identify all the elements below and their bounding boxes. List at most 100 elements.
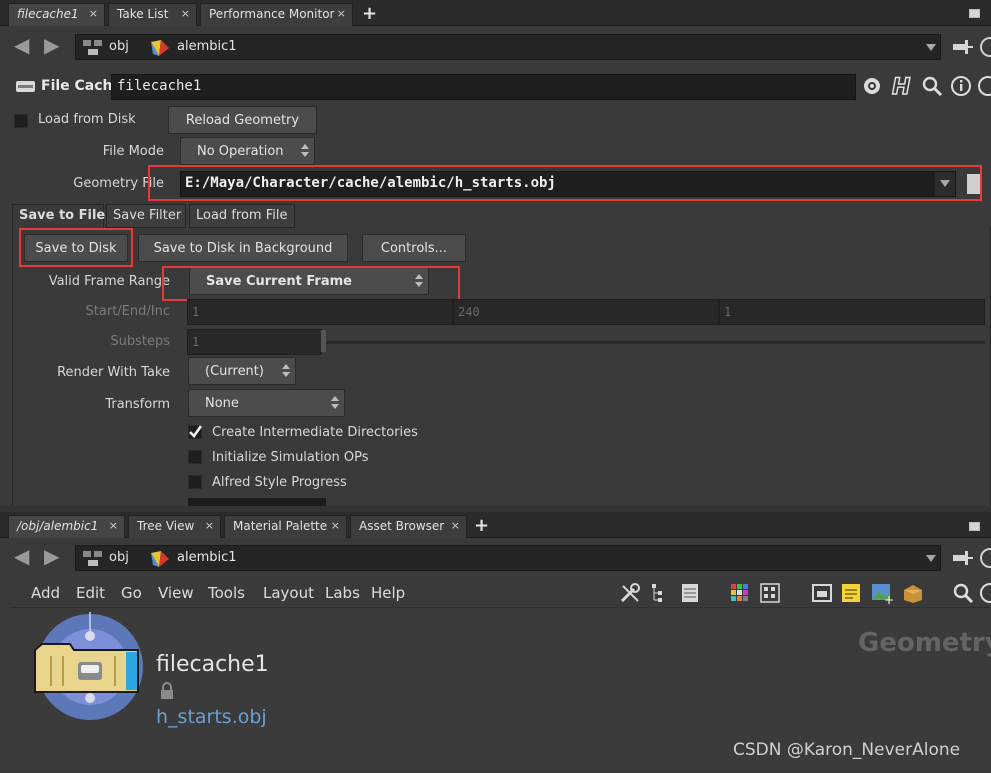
tab-filecache1[interactable]: filecache1 × [8,3,105,26]
render-with-take-label: Render With Take [57,365,170,380]
pin-icon[interactable] [952,550,974,566]
load-from-disk-checkbox[interactable] [14,114,28,128]
highlight-geometry-file [148,165,982,201]
menu-labs[interactable]: Labs [325,584,360,602]
alfred-checkbox[interactable] [188,475,202,489]
menu-help[interactable]: Help [371,584,405,602]
end-frame-field[interactable]: 240 [453,299,719,325]
transform-menu[interactable]: None [188,389,345,417]
maximize-pane-icon[interactable] [969,9,980,18]
close-icon[interactable]: × [181,7,190,20]
render-with-take-menu[interactable]: (Current) [188,357,296,385]
save-to-disk-background-button[interactable]: Save to Disk in Background [138,234,348,262]
alembic-icon [151,551,169,567]
create-dirs-checkbox[interactable] [188,425,202,439]
substeps-label: Substeps [110,334,170,349]
close-icon[interactable]: × [331,519,340,532]
init-sim-checkbox[interactable] [188,450,202,464]
start-end-inc-label: Start/End/Inc [85,304,170,319]
tab-performance-monitor[interactable]: Performance Monitor × [200,3,353,26]
controls-button[interactable]: Controls... [362,234,466,262]
help-h-icon[interactable]: H [890,73,914,99]
menu-layout[interactable]: Layout [263,584,314,602]
menu-edit[interactable]: Edit [76,584,105,602]
sticky-note-icon[interactable] [840,582,862,604]
grid-view-icon[interactable] [760,583,780,603]
substeps-slider-track[interactable] [322,341,985,344]
bottom-tab-bar: /obj/alembic1 × Tree View × Material Palet… [0,512,991,538]
back-arrow-icon[interactable]: ◀ [14,33,29,57]
increment-field[interactable]: 1 [719,299,985,325]
link-icon[interactable] [978,36,991,58]
menu-view[interactable]: View [158,584,194,602]
image-add-icon[interactable]: + [870,582,894,604]
close-icon[interactable]: × [205,519,214,532]
add-tab-icon[interactable]: + [474,515,489,536]
tab-load-from-file[interactable]: Load from File [189,204,295,228]
close-icon[interactable]: × [89,7,98,20]
substeps-slider-handle[interactable] [321,330,326,352]
check-icon [189,425,202,439]
node-name-field[interactable]: filecache1 [111,74,856,100]
svg-text:+: + [884,593,894,604]
wrench-icon[interactable] [619,582,641,604]
render-with-take-value: (Current) [205,364,264,379]
view-icon[interactable] [976,74,991,98]
link-icon[interactable] [978,547,991,569]
crumb-alembic1[interactable]: alembic1 [177,39,237,54]
gear-icon[interactable] [861,75,885,99]
lock-icon[interactable] [159,682,175,700]
reload-geometry-button[interactable]: Reload Geometry [168,106,317,134]
start-frame-field[interactable]: 1 [187,299,453,325]
crumb-obj[interactable]: obj [109,39,129,54]
obj-network-icon [83,40,102,55]
chevron-down-icon[interactable] [926,555,936,562]
tab-asset-browser[interactable]: Asset Browser × [350,515,467,538]
tab-material-palette[interactable]: Material Palette × [224,515,347,538]
menu-add[interactable]: Add [31,584,60,602]
file-cache-node[interactable] [30,612,150,722]
back-arrow-icon[interactable]: ◀ [14,544,29,568]
substeps-field[interactable]: 1 [187,329,322,355]
chevron-down-icon[interactable] [926,44,936,51]
close-icon[interactable]: × [337,7,346,20]
pin-icon[interactable] [952,39,974,55]
tree-layout-icon[interactable] [650,582,670,604]
crumb-alembic1[interactable]: alembic1 [177,550,237,565]
top-tab-bar: filecache1 × Take List × Performance Monit… [0,0,991,26]
transform-label: Transform [105,397,170,412]
add-tab-icon[interactable]: + [362,3,377,24]
path-field[interactable]: obj alembic1 [75,34,941,60]
close-icon[interactable]: × [109,519,118,532]
node-name-label[interactable]: filecache1 [156,652,269,677]
tab-save-filter[interactable]: Save Filter [106,204,186,228]
list-view-icon[interactable] [680,582,700,604]
tab-label: Performance Monitor [209,7,335,21]
info-icon[interactable] [950,74,974,98]
network-box-icon[interactable] [811,583,833,603]
forward-arrow-icon[interactable]: ▶ [44,544,59,568]
maximize-pane-icon[interactable] [969,522,980,531]
menu-tools[interactable]: Tools [208,584,245,602]
close-icon[interactable]: × [451,519,460,532]
tab-label: Material Palette [233,519,328,533]
asset-box-icon[interactable] [901,582,925,604]
search-icon[interactable] [921,75,943,97]
help-icon[interactable] [978,582,991,604]
menu-go[interactable]: Go [121,584,142,602]
network-view[interactable]: filecache1 h_starts.obj Geometry CSDN @K… [10,608,991,773]
alfred-label: Alfred Style Progress [212,475,347,490]
file-mode-menu[interactable]: No Operation [180,137,315,165]
tab-save-to-file[interactable]: Save to File [12,204,105,228]
valid-frame-range-label: Valid Frame Range [48,274,170,289]
search-icon[interactable] [952,582,974,604]
tab-label: /obj/alembic1 [17,519,99,533]
forward-arrow-icon[interactable]: ▶ [44,33,59,57]
color-palette-icon[interactable] [730,583,750,603]
tab-take-list[interactable]: Take List × [108,3,197,26]
crumb-obj[interactable]: obj [109,550,129,565]
network-path-field[interactable]: obj alembic1 [75,545,941,571]
context-watermark: Geometry [858,628,991,658]
tab-tree-view[interactable]: Tree View × [128,515,221,538]
tab-obj-alembic1[interactable]: /obj/alembic1 × [8,515,125,538]
